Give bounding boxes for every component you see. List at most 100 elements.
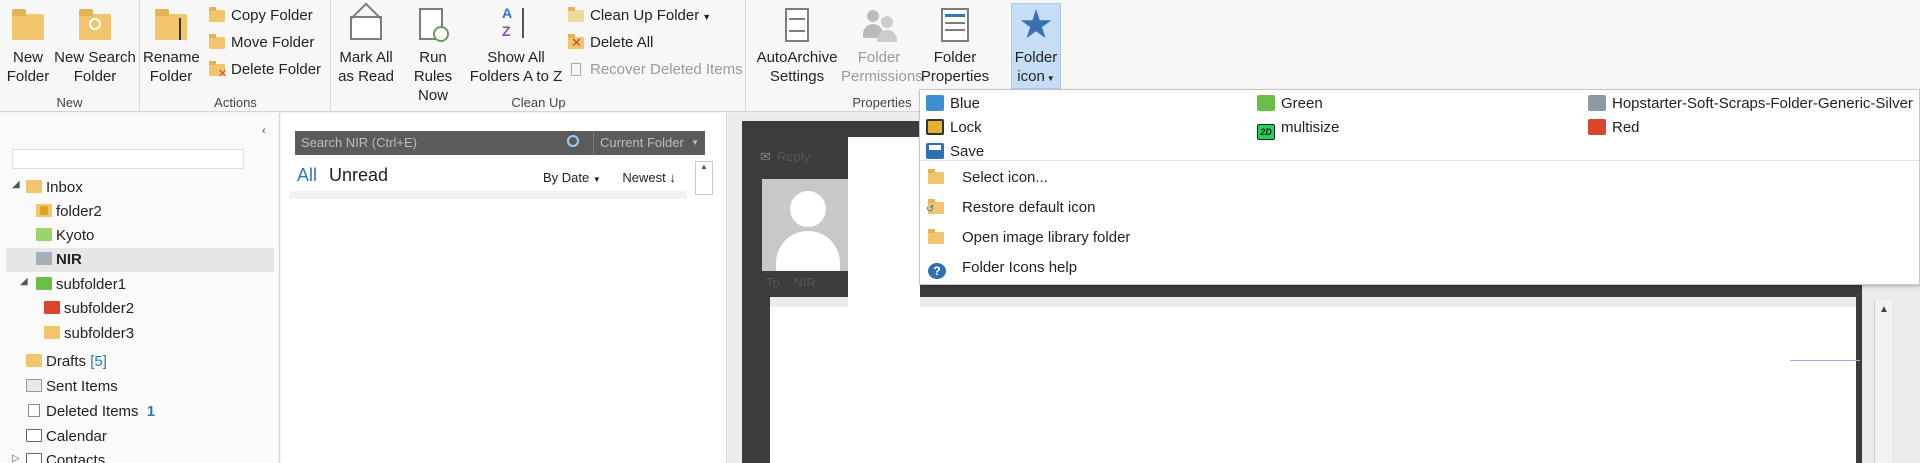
show-all-folders-button[interactable]: A Z Show All Folders A to Z <box>466 4 566 86</box>
expand-subfolder1-icon[interactable]: ◢ <box>20 276 28 287</box>
nav-item-nir[interactable]: NIR <box>6 248 274 272</box>
reading-scrollbar[interactable]: ▲ <box>1874 300 1892 463</box>
folder-properties-button[interactable]: Folder Properties <box>919 4 991 86</box>
copy-folder-button[interactable]: Copy Folder <box>209 4 313 28</box>
search-folder-icon <box>75 4 115 46</box>
inbox-folder-icon <box>26 180 42 193</box>
group-label-clean-up: Clean Up <box>511 95 566 110</box>
rename-folder-icon <box>151 4 191 46</box>
new-search-folder-label-1: New Search <box>54 49 136 66</box>
nav-item-drafts[interactable]: Drafts [5] <box>26 350 107 374</box>
search-scope-dropdown[interactable]: Current Folder ▼ <box>593 131 705 155</box>
move-folder-button[interactable]: Move Folder <box>209 31 314 55</box>
autoarchive-label-2: Settings <box>769 68 825 85</box>
nav-item-deleted[interactable]: Deleted Items 1 <box>26 400 155 424</box>
sort-by-dropdown[interactable]: By Date ▼ <box>543 170 601 185</box>
new-folder-button[interactable]: New Folder <box>4 4 52 86</box>
mark-all-read-label-2: as Read <box>338 68 394 85</box>
sort-order-button[interactable]: Newest ↓ <box>622 170 675 185</box>
recover-deleted-items-button[interactable]: Recover Deleted Items <box>568 58 743 82</box>
new-search-folder-label-2: Folder <box>73 68 117 85</box>
delete-folder-button[interactable]: ✕ Delete Folder <box>209 58 321 82</box>
menu-icon-silver[interactable]: Hopstarter-Soft-Scraps-Folder-Generic-Si… <box>1588 92 1913 116</box>
green-folder-icon <box>36 228 52 241</box>
menu-icon-blue-label: Blue <box>950 95 981 112</box>
folder-properties-label-1: Folder <box>933 49 977 66</box>
mark-all-read-button[interactable]: Mark All as Read <box>336 2 396 86</box>
menu-icon-multisize-label: multisize <box>1281 119 1340 136</box>
run-rules-label-1: Run Rules <box>413 49 453 85</box>
menu-select-icon[interactable]: Select icon... <box>928 163 1048 193</box>
copy-folder-label: Copy Folder <box>231 7 313 24</box>
nav-item-folder2[interactable]: folder2 <box>36 200 102 224</box>
divider-line <box>1790 360 1860 361</box>
run-rules-now-button[interactable]: Run Rules Now <box>398 4 468 105</box>
run-rules-icon <box>413 4 453 46</box>
tab-unread[interactable]: Unread <box>329 165 388 185</box>
menu-icon-green-label: Green <box>1281 95 1323 112</box>
menu-open-library[interactable]: Open image library folder <box>928 223 1130 253</box>
nav-item-subfolder1[interactable]: subfolder1 <box>36 273 126 297</box>
message-body <box>770 307 1856 463</box>
folder-permissions-button[interactable]: Folder Permissions <box>841 4 923 86</box>
chevron-down-icon: ▼ <box>1046 74 1055 83</box>
scroll-up-icon[interactable]: ▲ <box>700 162 708 171</box>
folder-icon-button[interactable]: ★ Folder icon ▼ <box>1011 3 1061 89</box>
folder-search-box[interactable] <box>12 149 244 169</box>
menu-restore-default[interactable]: ↺ Restore default icon <box>926 193 1095 223</box>
reply-button[interactable]: ✉ Reply <box>760 149 810 165</box>
red-folder-icon <box>44 301 60 314</box>
group-clean-up: Mark All as Read Run Rules Now A Z Show … <box>332 0 746 112</box>
folder-permissions-label-2: Permissions <box>841 68 923 85</box>
search-placeholder: Search NIR (Ctrl+E) <box>301 135 417 150</box>
nav-item-contacts[interactable]: Contacts <box>26 449 105 463</box>
reply-label: Reply <box>776 149 811 164</box>
delete-all-button[interactable]: ✕ Delete All <box>568 31 653 55</box>
autoarchive-settings-button[interactable]: AutoArchive Settings <box>755 4 839 86</box>
nav-item-kyoto[interactable]: Kyoto <box>36 224 94 248</box>
sort-order-label: Newest <box>622 170 666 185</box>
nav-item-inbox[interactable]: Inbox <box>26 176 83 200</box>
search-input[interactable]: Search NIR (Ctrl+E) Current Folder ▼ <box>295 131 705 155</box>
expand-contacts-icon[interactable]: ▷ <box>12 453 20 463</box>
search-icon[interactable] <box>567 135 579 147</box>
rename-folder-button[interactable]: Rename Folder <box>143 4 200 86</box>
menu-help[interactable]: ? Folder Icons help <box>928 253 1077 283</box>
calendar-icon <box>26 429 42 442</box>
star-icon: ★ <box>1018 3 1054 47</box>
chevron-down-icon: ▼ <box>702 12 712 22</box>
list-scrollbar[interactable]: ▲ <box>695 161 713 195</box>
menu-icon-save-label: Save <box>950 143 985 160</box>
sort-bar: By Date ▼ Newest ↓ <box>543 170 676 185</box>
group-new: New Folder New Search Folder New <box>0 0 140 112</box>
delete-folder-icon: ✕ <box>209 61 227 80</box>
delete-folder-label: Delete Folder <box>231 61 322 78</box>
nav-item-kyoto-label: Kyoto <box>56 227 95 244</box>
nav-item-calendar[interactable]: Calendar <box>26 425 107 449</box>
help-icon: ? <box>928 263 946 279</box>
menu-icon-multisize[interactable]: 2D multisize <box>1257 116 1339 140</box>
nav-item-sent[interactable]: Sent Items <box>26 375 118 399</box>
avatar <box>762 179 854 271</box>
new-search-folder-button[interactable]: New Search Folder <box>54 4 136 86</box>
menu-icon-green[interactable]: Green <box>1257 92 1323 116</box>
filter-tabs: All Unread <box>297 165 388 186</box>
nav-item-subfolder2[interactable]: subfolder2 <box>44 297 134 321</box>
nav-item-nir-label: NIR <box>56 251 82 268</box>
collapse-pane-icon[interactable]: ‹ <box>262 125 266 137</box>
move-folder-icon <box>209 34 225 50</box>
menu-icon-blue[interactable]: Blue <box>926 92 980 116</box>
deleted-count: 1 <box>146 403 156 420</box>
green-folder-icon <box>1257 95 1275 111</box>
mark-all-read-label-1: Mark All <box>339 49 393 66</box>
clean-up-folder-button[interactable]: Clean Up Folder ▼ <box>568 4 711 28</box>
expand-inbox-icon[interactable]: ◢ <box>12 179 20 190</box>
clean-up-folder-label: Clean Up Folder <box>590 7 700 24</box>
blue-folder-icon <box>926 95 944 111</box>
menu-icon-lock[interactable]: Lock <box>926 116 982 140</box>
tab-all[interactable]: All <box>297 165 317 185</box>
recipient-line: To NIR <box>766 275 816 290</box>
scroll-up-icon[interactable]: ▲ <box>1879 304 1889 315</box>
menu-icon-red[interactable]: Red <box>1588 116 1640 140</box>
nav-item-subfolder3[interactable]: subfolder3 <box>44 322 134 346</box>
